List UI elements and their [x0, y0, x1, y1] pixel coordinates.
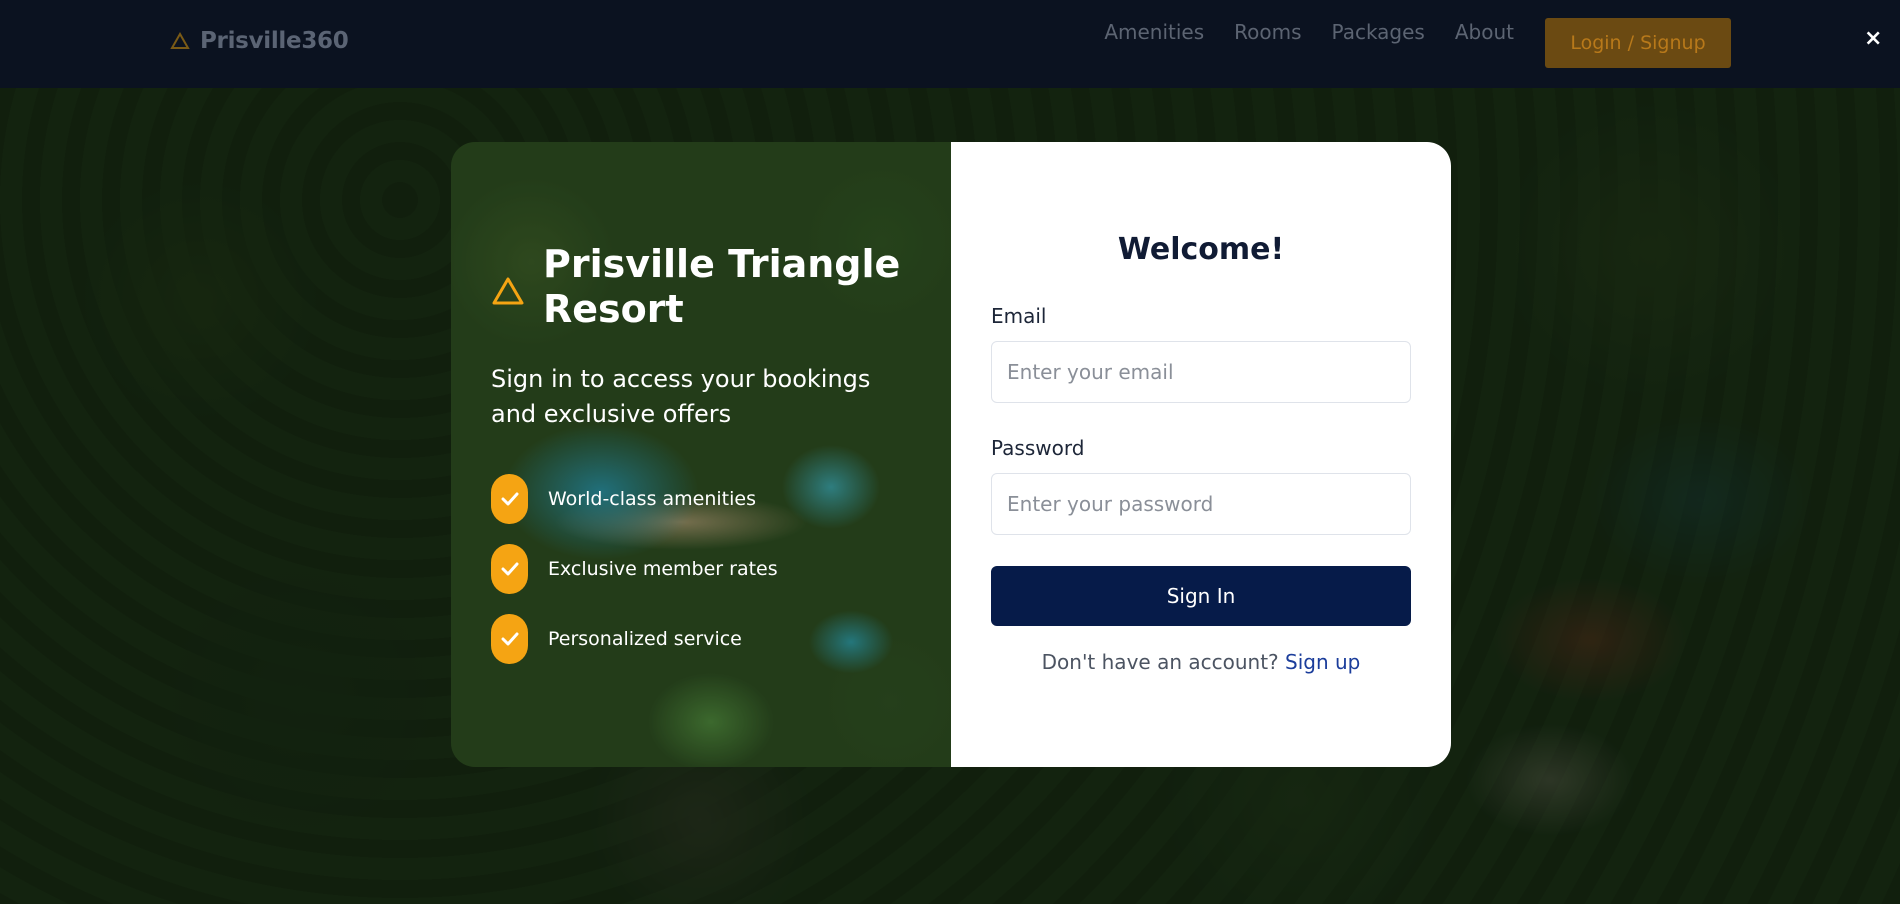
nav-link-rooms[interactable]: Rooms [1234, 20, 1301, 44]
feature-text: Personalized service [548, 628, 742, 650]
brand-name: Prisville360 [200, 28, 349, 54]
nav-links: Amenities Rooms Packages About [1104, 20, 1514, 44]
check-icon [491, 474, 528, 524]
resort-subtitle: Sign in to access your bookings and excl… [491, 365, 871, 428]
nav-link-packages[interactable]: Packages [1332, 20, 1425, 44]
login-form-panel: Welcome! Email Password Sign In Don't ha… [951, 142, 1451, 767]
check-icon [491, 544, 528, 594]
close-icon[interactable]: × [1864, 26, 1882, 51]
signup-prompt-line: Don't have an account? Sign up [951, 650, 1451, 674]
feature-item: Personalized service [491, 614, 778, 664]
password-label: Password [991, 436, 1085, 460]
feature-item: World-class amenities [491, 474, 778, 524]
feature-list: World-class amenities Exclusive member r… [491, 474, 778, 684]
sign-in-button[interactable]: Sign In [991, 566, 1411, 626]
email-label: Email [991, 304, 1047, 328]
resort-title: Prisville Triangle Resort [543, 242, 901, 331]
nav-link-amenities[interactable]: Amenities [1104, 20, 1204, 44]
triangle-logo-icon [492, 277, 524, 305]
email-field[interactable] [991, 341, 1411, 403]
triangle-logo-icon [170, 32, 190, 49]
password-field[interactable] [991, 473, 1411, 535]
login-signup-button[interactable]: Login / Signup [1545, 18, 1731, 68]
feature-text: Exclusive member rates [548, 558, 778, 580]
brand[interactable]: Prisville360 [170, 28, 349, 54]
signup-prompt: Don't have an account? [1041, 650, 1279, 674]
navbar: Prisville360 Amenities Rooms Packages Ab… [0, 0, 1900, 88]
check-icon [491, 614, 528, 664]
welcome-heading: Welcome! [1117, 232, 1285, 267]
sign-up-link[interactable]: Sign up [1285, 650, 1360, 674]
nav-link-about[interactable]: About [1455, 20, 1514, 44]
feature-item: Exclusive member rates [491, 544, 778, 594]
feature-text: World-class amenities [548, 488, 756, 510]
modal-hero-panel: Prisville Triangle Resort Sign in to acc… [451, 142, 951, 767]
login-modal: Prisville Triangle Resort Sign in to acc… [451, 142, 1451, 767]
